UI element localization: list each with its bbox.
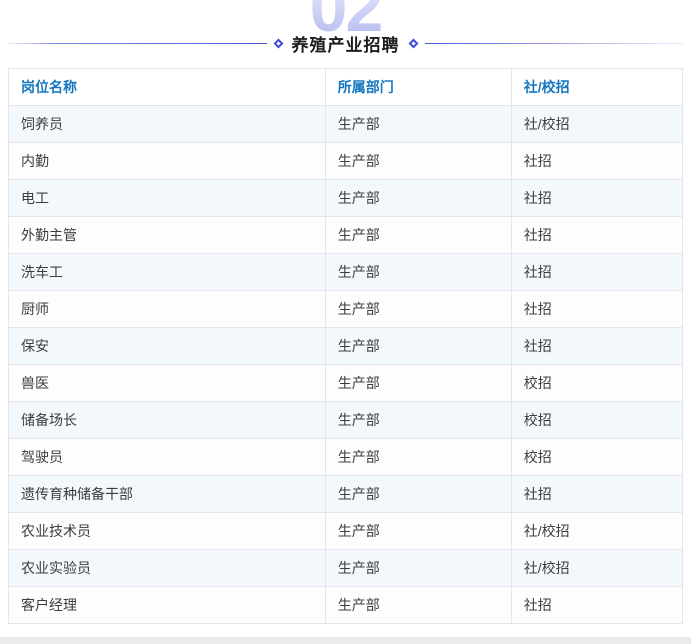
table-row: 兽医生产部校招 <box>9 365 683 402</box>
table-cell: 社/校招 <box>511 550 682 587</box>
table-header-row: 岗位名称 所属部门 社/校招 <box>9 69 683 106</box>
table-cell: 社招 <box>511 587 682 624</box>
header-recruit-type: 社/校招 <box>511 69 682 106</box>
title-rule-left <box>8 43 267 44</box>
table-cell: 保安 <box>9 328 326 365</box>
table-cell: 农业实验员 <box>9 550 326 587</box>
table-cell: 社招 <box>511 254 682 291</box>
table-cell: 校招 <box>511 365 682 402</box>
bottom-strip <box>0 637 691 644</box>
table-cell: 生产部 <box>325 180 511 217</box>
table-row: 洗车工生产部社招 <box>9 254 683 291</box>
table-row: 外勤主管生产部社招 <box>9 217 683 254</box>
table-cell: 生产部 <box>325 402 511 439</box>
jobs-table: 岗位名称 所属部门 社/校招 饲养员生产部社/校招内勤生产部社招电工生产部社招外… <box>8 68 683 624</box>
table-row: 农业技术员生产部社/校招 <box>9 513 683 550</box>
table-cell: 生产部 <box>325 439 511 476</box>
table-cell: 社招 <box>511 180 682 217</box>
table-cell: 校招 <box>511 439 682 476</box>
table-row: 储备场长生产部校招 <box>9 402 683 439</box>
table-cell: 社招 <box>511 476 682 513</box>
table-cell: 生产部 <box>325 550 511 587</box>
table-cell: 厨师 <box>9 291 326 328</box>
table-cell: 社招 <box>511 143 682 180</box>
table-cell: 驾驶员 <box>9 439 326 476</box>
jobs-table-wrap: 岗位名称 所属部门 社/校招 饲养员生产部社/校招内勤生产部社招电工生产部社招外… <box>8 68 683 624</box>
table-body: 饲养员生产部社/校招内勤生产部社招电工生产部社招外勤主管生产部社招洗车工生产部社… <box>9 106 683 624</box>
table-cell: 内勤 <box>9 143 326 180</box>
header-position-name: 岗位名称 <box>9 69 326 106</box>
table-cell: 社招 <box>511 291 682 328</box>
table-cell: 生产部 <box>325 476 511 513</box>
table-cell: 社招 <box>511 217 682 254</box>
table-row: 驾驶员生产部校招 <box>9 439 683 476</box>
section-header: 02 养殖产业招聘 <box>0 0 691 68</box>
table-cell: 电工 <box>9 180 326 217</box>
table-row: 保安生产部社招 <box>9 328 683 365</box>
table-cell: 生产部 <box>325 143 511 180</box>
table-cell: 生产部 <box>325 217 511 254</box>
table-cell: 兽医 <box>9 365 326 402</box>
page: 02 养殖产业招聘 岗位名称 所属部门 社/校招 饲养员生产部社/校招内勤生产部… <box>0 0 691 644</box>
table-row: 厨师生产部社招 <box>9 291 683 328</box>
table-cell: 洗车工 <box>9 254 326 291</box>
title-rule-right <box>425 43 684 44</box>
table-row: 遗传育种储备干部生产部社招 <box>9 476 683 513</box>
table-cell: 储备场长 <box>9 402 326 439</box>
table-cell: 社/校招 <box>511 513 682 550</box>
table-cell: 生产部 <box>325 587 511 624</box>
table-cell: 生产部 <box>325 106 511 143</box>
table-cell: 遗传育种储备干部 <box>9 476 326 513</box>
table-cell: 外勤主管 <box>9 217 326 254</box>
diamond-icon <box>273 38 283 48</box>
table-row: 电工生产部社招 <box>9 180 683 217</box>
table-cell: 社招 <box>511 328 682 365</box>
table-cell: 校招 <box>511 402 682 439</box>
table-cell: 饲养员 <box>9 106 326 143</box>
table-cell: 农业技术员 <box>9 513 326 550</box>
table-cell: 客户经理 <box>9 587 326 624</box>
table-row: 内勤生产部社招 <box>9 143 683 180</box>
table-row: 农业实验员生产部社/校招 <box>9 550 683 587</box>
diamond-icon <box>408 38 418 48</box>
table-cell: 生产部 <box>325 254 511 291</box>
table-row: 客户经理生产部社招 <box>9 587 683 624</box>
table-cell: 社/校招 <box>511 106 682 143</box>
header-department: 所属部门 <box>325 69 511 106</box>
section-title: 养殖产业招聘 <box>292 31 400 56</box>
table-cell: 生产部 <box>325 328 511 365</box>
table-cell: 生产部 <box>325 365 511 402</box>
table-row: 饲养员生产部社/校招 <box>9 106 683 143</box>
title-row: 养殖产业招聘 <box>8 32 683 54</box>
table-cell: 生产部 <box>325 513 511 550</box>
table-cell: 生产部 <box>325 291 511 328</box>
